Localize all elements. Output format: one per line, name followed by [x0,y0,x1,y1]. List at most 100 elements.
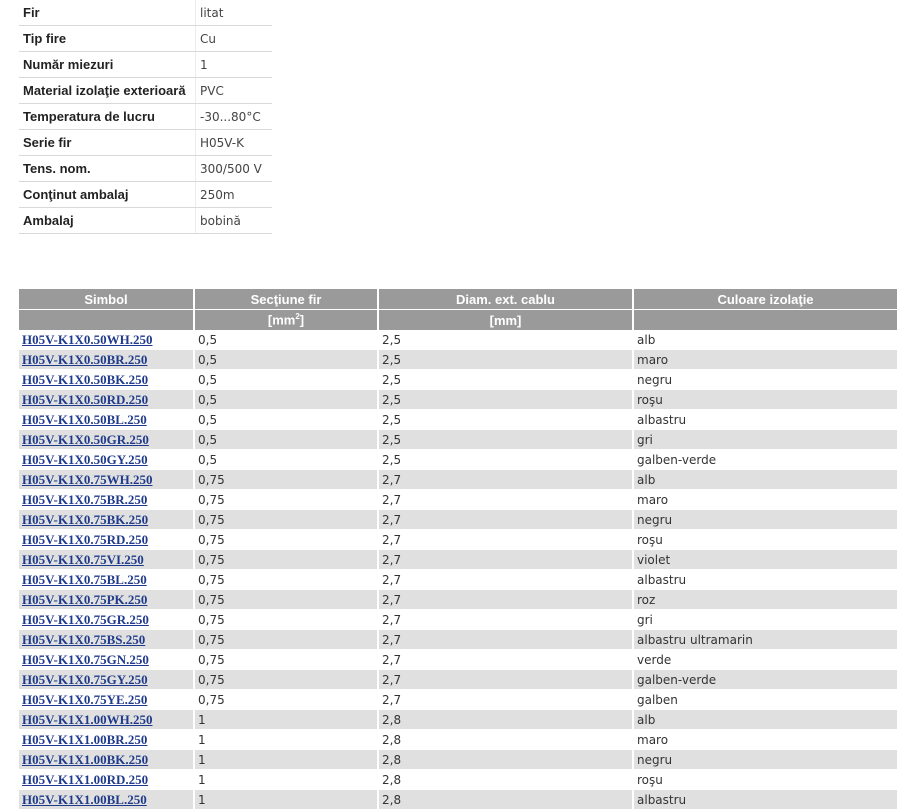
symbol-cell: H05V-K1X0.50BR.250 [19,349,195,370]
spec-value: H05V-K [195,129,272,156]
product-link[interactable]: H05V-K1X0.50WH.250 [22,332,152,347]
color-cell: roşu [633,529,897,550]
symbol-cell: H05V-K1X1.00WH.250 [19,709,195,730]
product-link[interactable]: H05V-K1X1.00RD.250 [22,772,148,787]
table-row: H05V-K1X0.50GR.250 0,5 2,5 gri [19,429,897,450]
product-link[interactable]: H05V-K1X0.75VI.250 [22,552,144,567]
product-link[interactable]: H05V-K1X0.75YE.250 [22,692,147,707]
product-link[interactable]: H05V-K1X0.50GR.250 [22,432,149,447]
color-cell: negru [633,749,897,770]
section-cell: 0,5 [194,330,379,350]
symbol-cell: H05V-K1X0.75RD.250 [19,529,195,550]
symbol-cell: H05V-K1X0.75GN.250 [19,649,195,670]
section-cell: 0,5 [194,449,379,470]
color-cell: gri [633,429,897,450]
spec-row: Fir litat [19,0,272,26]
diameter-cell: 2,5 [378,449,634,470]
product-link[interactable]: H05V-K1X0.50BK.250 [22,372,148,387]
color-cell: albastru [633,789,897,810]
diameter-cell: 2,5 [378,429,634,450]
table-row: H05V-K1X0.75BR.250 0,75 2,7 maro [19,489,897,510]
table-row: H05V-K1X0.75BL.250 0,75 2,7 albastru [19,569,897,590]
spec-row: Tens. nom. 300/500 V [19,155,272,182]
unit-header-section: [mm2] [194,309,379,330]
symbol-cell: H05V-K1X0.50GY.250 [19,449,195,470]
spec-row: Număr miezuri 1 [19,51,272,78]
product-link[interactable]: H05V-K1X0.75GN.250 [22,652,149,667]
table-row: H05V-K1X0.50BK.250 0,5 2,5 negru [19,369,897,390]
table-row: H05V-K1X1.00BL.250 1 2,8 albastru [19,789,897,810]
spec-value: 250m [195,181,272,208]
color-cell: alb [633,330,897,350]
symbol-cell: H05V-K1X0.75YE.250 [19,689,195,710]
product-link[interactable]: H05V-K1X0.50GY.250 [22,452,148,467]
product-link[interactable]: H05V-K1X1.00BL.250 [22,792,147,807]
product-link[interactable]: H05V-K1X0.75RD.250 [22,532,148,547]
spec-row: Material izolaţie exterioară PVC [19,77,272,104]
diameter-cell: 2,8 [378,709,634,730]
product-link[interactable]: H05V-K1X0.50RD.250 [22,392,148,407]
column-header-symbol[interactable]: Simbol [19,289,195,310]
diameter-cell: 2,7 [378,489,634,510]
section-cell: 0,75 [194,589,379,610]
table-row: H05V-K1X0.75VI.250 0,75 2,7 violet [19,549,897,570]
section-cell: 1 [194,789,379,810]
diameter-cell: 2,7 [378,569,634,590]
product-link[interactable]: H05V-K1X0.50BL.250 [22,412,147,427]
unit-header-color [633,309,897,330]
color-cell: violet [633,549,897,570]
symbol-cell: H05V-K1X0.50BL.250 [19,409,195,430]
diameter-cell: 2,7 [378,629,634,650]
color-cell: maro [633,349,897,370]
table-row: H05V-K1X0.75GR.250 0,75 2,7 gri [19,609,897,630]
diameter-cell: 2,8 [378,749,634,770]
product-link[interactable]: H05V-K1X1.00WH.250 [22,712,152,727]
spec-label: Temperatura de lucru [19,103,196,130]
diameter-cell: 2,7 [378,649,634,670]
section-cell: 0,75 [194,669,379,690]
product-link[interactable]: H05V-K1X0.75PK.250 [22,592,147,607]
product-link[interactable]: H05V-K1X0.75GY.250 [22,672,148,687]
product-link[interactable]: H05V-K1X1.00BR.250 [22,732,147,747]
color-cell: gri [633,609,897,630]
product-link[interactable]: H05V-K1X0.75BL.250 [22,572,147,587]
spec-label: Material izolaţie exterioară [19,77,196,104]
color-cell: alb [633,709,897,730]
product-link[interactable]: H05V-K1X0.75BR.250 [22,492,147,507]
diameter-cell: 2,7 [378,669,634,690]
symbol-cell: H05V-K1X0.75BL.250 [19,569,195,590]
product-link[interactable]: H05V-K1X0.75BK.250 [22,512,148,527]
section-cell: 0,5 [194,429,379,450]
product-link[interactable]: H05V-K1X0.75GR.250 [22,612,149,627]
diameter-cell: 2,8 [378,769,634,790]
spec-label: Conţinut ambalaj [19,181,196,208]
table-row: H05V-K1X0.75GY.250 0,75 2,7 galben-verde [19,669,897,690]
section-cell: 0,75 [194,609,379,630]
color-cell: negru [633,369,897,390]
table-row: H05V-K1X0.75PK.250 0,75 2,7 roz [19,589,897,610]
specs-table: Fir litat Tip fire Cu Număr miezuri 1 Material… [19,0,272,234]
spec-label: Serie fir [19,129,196,156]
product-link[interactable]: H05V-K1X0.75WH.250 [22,472,152,487]
spec-value: 1 [195,51,272,78]
product-link[interactable]: H05V-K1X0.50BR.250 [22,352,147,367]
table-row: H05V-K1X0.50GY.250 0,5 2,5 galben-verde [19,449,897,470]
symbol-cell: H05V-K1X0.50RD.250 [19,389,195,410]
diameter-cell: 2,7 [378,469,634,490]
diameter-cell: 2,5 [378,389,634,410]
symbol-cell: H05V-K1X0.75BS.250 [19,629,195,650]
table-row: H05V-K1X0.50RD.250 0,5 2,5 roşu [19,389,897,410]
column-header-color[interactable]: Culoare izolaţie [633,289,897,310]
product-link[interactable]: H05V-K1X1.00BK.250 [22,752,148,767]
column-header-diameter[interactable]: Diam. ext. cablu [378,289,634,310]
diameter-cell: 2,7 [378,589,634,610]
diameter-cell: 2,5 [378,409,634,430]
product-link[interactable]: H05V-K1X0.75BS.250 [22,632,145,647]
table-row: H05V-K1X0.50BL.250 0,5 2,5 albastru [19,409,897,430]
color-cell: galben-verde [633,449,897,470]
color-cell: galben [633,689,897,710]
column-header-section[interactable]: Secţiune fir [194,289,379,310]
section-cell: 1 [194,769,379,790]
color-cell: roz [633,589,897,610]
symbol-cell: H05V-K1X0.75WH.250 [19,469,195,490]
